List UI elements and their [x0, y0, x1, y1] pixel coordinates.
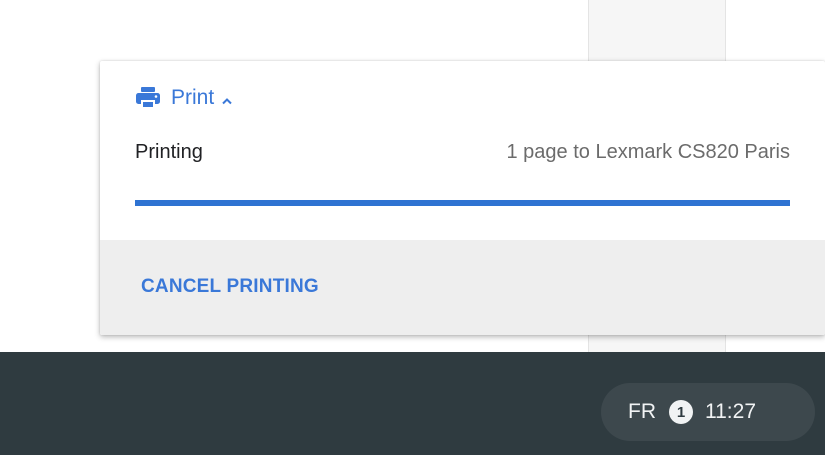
shelf: FR 1 11:27: [0, 352, 825, 455]
notification-title: Printing: [135, 141, 203, 163]
notification-message: 1 page to Lexmark CS820 Paris: [506, 141, 791, 163]
print-progress-fill: [135, 200, 790, 206]
notification-source: Print: [171, 86, 215, 109]
print-progress-bar: [135, 200, 790, 206]
cancel-printing-button[interactable]: CANCEL PRINTING: [141, 276, 319, 298]
notification-actions: CANCEL PRINTING: [100, 240, 825, 335]
notification-header[interactable]: Print: [135, 85, 233, 111]
clock[interactable]: 11:27: [705, 400, 756, 424]
status-tray[interactable]: FR 1 11:27: [601, 383, 815, 441]
notification-count-icon[interactable]: 1: [669, 400, 693, 424]
input-method-indicator[interactable]: FR: [628, 400, 656, 424]
chevron-up-icon[interactable]: [221, 93, 233, 105]
printer-icon: [135, 86, 161, 110]
print-notification: Print Printing 1 page to Lexmark CS820 P…: [100, 61, 825, 335]
